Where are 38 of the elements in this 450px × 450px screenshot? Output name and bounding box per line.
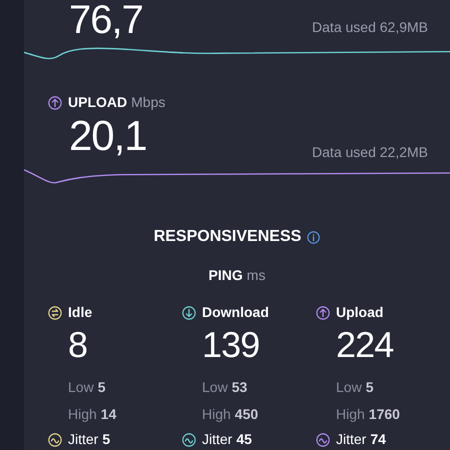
upload-speed-value: 20,1	[69, 115, 147, 157]
upload-label: UPLOAD	[68, 93, 128, 112]
wave-circle-icon	[316, 432, 330, 446]
high-value: 14	[100, 405, 116, 424]
jitter-value: 74	[370, 430, 386, 449]
ping-value: 8	[67, 327, 88, 363]
low-value: 5	[98, 378, 106, 397]
ping-column-label: Download	[202, 303, 269, 322]
high-label: High	[336, 405, 365, 424]
ping-value: 224	[335, 327, 394, 363]
jitter-label: Jitter	[68, 430, 98, 449]
upload-unit: Mbps	[131, 93, 166, 112]
jitter-label: Jitter	[202, 430, 232, 449]
ping-label: PING	[208, 266, 243, 285]
arrow-up-circle-icon	[48, 96, 62, 110]
low-label: Low	[68, 378, 94, 397]
ping-column-label: Upload	[336, 303, 384, 322]
ping-unit: ms	[246, 266, 266, 285]
jitter-value: 45	[236, 430, 252, 449]
ping-column-label: Idle	[68, 303, 92, 322]
high-value: 1760	[368, 405, 400, 424]
low-value: 53	[232, 378, 248, 397]
ping-value: 139	[201, 327, 260, 363]
wave-circle-icon	[182, 432, 196, 446]
jitter-label: Jitter	[336, 430, 366, 449]
wave-circle-icon	[48, 432, 62, 446]
info-icon[interactable]	[307, 230, 320, 244]
high-value: 450	[234, 405, 258, 424]
low-label: Low	[202, 378, 228, 397]
download-data-used: Data used 62,9MB	[312, 18, 428, 37]
download-speed-value: 76,7	[69, 0, 143, 40]
responsiveness-title: RESPONSIVENESS	[154, 227, 302, 247]
high-label: High	[68, 405, 97, 424]
upload-data-used: Data used 22,2MB	[312, 143, 428, 162]
low-label: Low	[336, 378, 362, 397]
high-label: High	[202, 405, 231, 424]
low-value: 5	[366, 378, 374, 397]
jitter-value: 5	[102, 430, 110, 449]
